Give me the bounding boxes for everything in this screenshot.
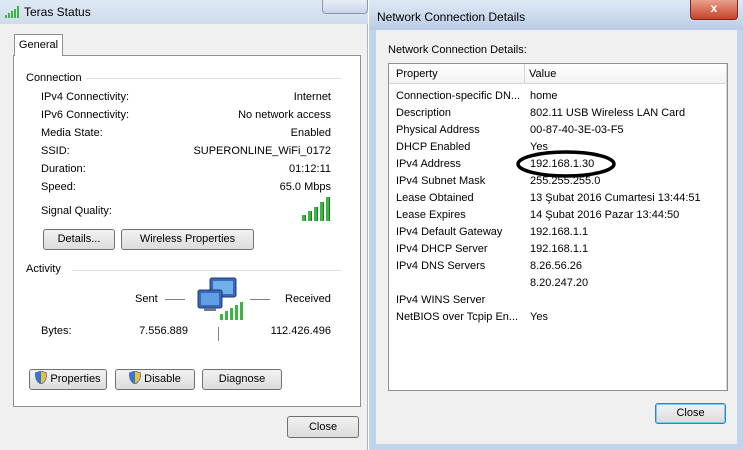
list-right-border [726,64,727,390]
details-list-header: Property Value [389,64,727,84]
ipv4-connectivity-label: IPv4 Connectivity: [41,91,130,103]
table-row-property: IPv4 DNS Servers [396,260,486,272]
ssid-label: SSID: [41,145,70,157]
table-row-property: NetBIOS over Tcpip En... [396,311,519,323]
details-window-title: Network Connection Details [377,10,526,24]
table-row-property: Connection-specific DN... [396,90,521,102]
disable-button-label: Disable [144,373,181,385]
ipv6-connectivity-label: IPv6 Connectivity: [41,109,130,121]
status-window-title: Teras Status [24,5,91,19]
table-row-value: 802.11 USB Wireless LAN Card [530,107,686,119]
ipv4-address-value: 192.168.1.30 [530,158,595,170]
wifi-signal-icon [5,6,19,18]
ipv6-connectivity-value: No network access [238,109,331,121]
status-window-titlebar[interactable]: Teras Status [0,0,368,24]
window-close-button[interactable]: x [690,0,738,20]
speed-label: Speed: [41,181,76,193]
table-row-value: 13 Şubat 2016 Cumartesi 13:44:51 [530,192,701,204]
table-row-value: 8.20.247.20 [530,277,589,289]
received-label: Received [285,293,331,305]
disable-button[interactable]: Disable [115,369,195,390]
minimize-button[interactable] [322,0,368,14]
table-row-property: Physical Address [396,124,480,136]
connection-divider [86,78,342,79]
table-row-value: Yes [530,311,548,323]
table-row-property: Description [396,107,452,119]
table-row-value: Yes [530,141,548,153]
speed-value: 65.0 Mbps [279,181,331,193]
details-caption: Network Connection Details: [388,44,527,56]
column-header-property[interactable]: Property [396,68,438,80]
ipv4-connectivity-value: Internet [293,91,331,103]
table-row-value: 8.26.56.26 [530,260,582,272]
details-window-titlebar[interactable]: Network Connection Details [369,0,743,30]
activity-section-label: Activity [26,263,61,275]
column-header-value[interactable]: Value [529,68,556,80]
table-row-value: 255.255.255.0 [530,175,601,187]
uac-shield-icon [128,370,142,385]
diagnose-button[interactable]: Diagnose [202,369,282,390]
bytes-sent-value: 7.556.889 [139,325,188,337]
sent-line [165,299,185,300]
uac-shield-icon [34,370,48,385]
status-close-button[interactable]: Close [287,416,359,438]
column-separator[interactable] [524,64,525,84]
table-row-value: 192.168.1.1 [530,243,589,255]
table-row-property: IPv4 WINS Server [396,294,486,306]
table-row-property: IPv4 DHCP Server [396,243,488,255]
activity-divider-vertical [218,327,219,341]
details-button[interactable]: Details... [43,229,115,250]
properties-button-label: Properties [50,373,101,385]
table-row-property: IPv4 Address [396,158,461,170]
signal-strength-icon [302,197,332,221]
ssid-value: SUPERONLINE_WiFi_0172 [193,145,331,157]
properties-button[interactable]: Properties [29,369,107,390]
table-row-property: IPv4 Subnet Mask [396,175,486,187]
table-row-value: 192.168.1.1 [530,226,589,238]
bytes-label: Bytes: [41,325,72,337]
table-row-property: Lease Expires [396,209,466,221]
media-state-label: Media State: [41,127,103,139]
network-computers-icon [196,276,248,328]
tab-general[interactable]: General [14,34,63,56]
table-row-value: 14 Şubat 2016 Pazar 13:44:50 [530,209,680,221]
table-row-property: DHCP Enabled [396,141,471,153]
table-row-property: IPv4 Default Gateway [396,226,503,238]
connection-section-label: Connection [26,72,82,84]
activity-divider [72,270,342,271]
signal-quality-label: Signal Quality: [41,205,112,217]
received-line [250,299,270,300]
sent-label: Sent [135,293,158,305]
table-row-value: 00-87-40-3E-03-F5 [530,124,624,136]
duration-value: 01:12:11 [288,163,331,175]
bytes-received-value: 112.426.496 [270,325,331,337]
table-row-property: Lease Obtained [396,192,474,204]
wireless-properties-button[interactable]: Wireless Properties [121,229,254,250]
details-close-button[interactable]: Close [655,403,726,424]
table-row-value: home [530,90,558,102]
duration-label: Duration: [41,163,86,175]
media-state-value: Enabled [290,127,331,139]
close-icon: x [710,1,718,15]
